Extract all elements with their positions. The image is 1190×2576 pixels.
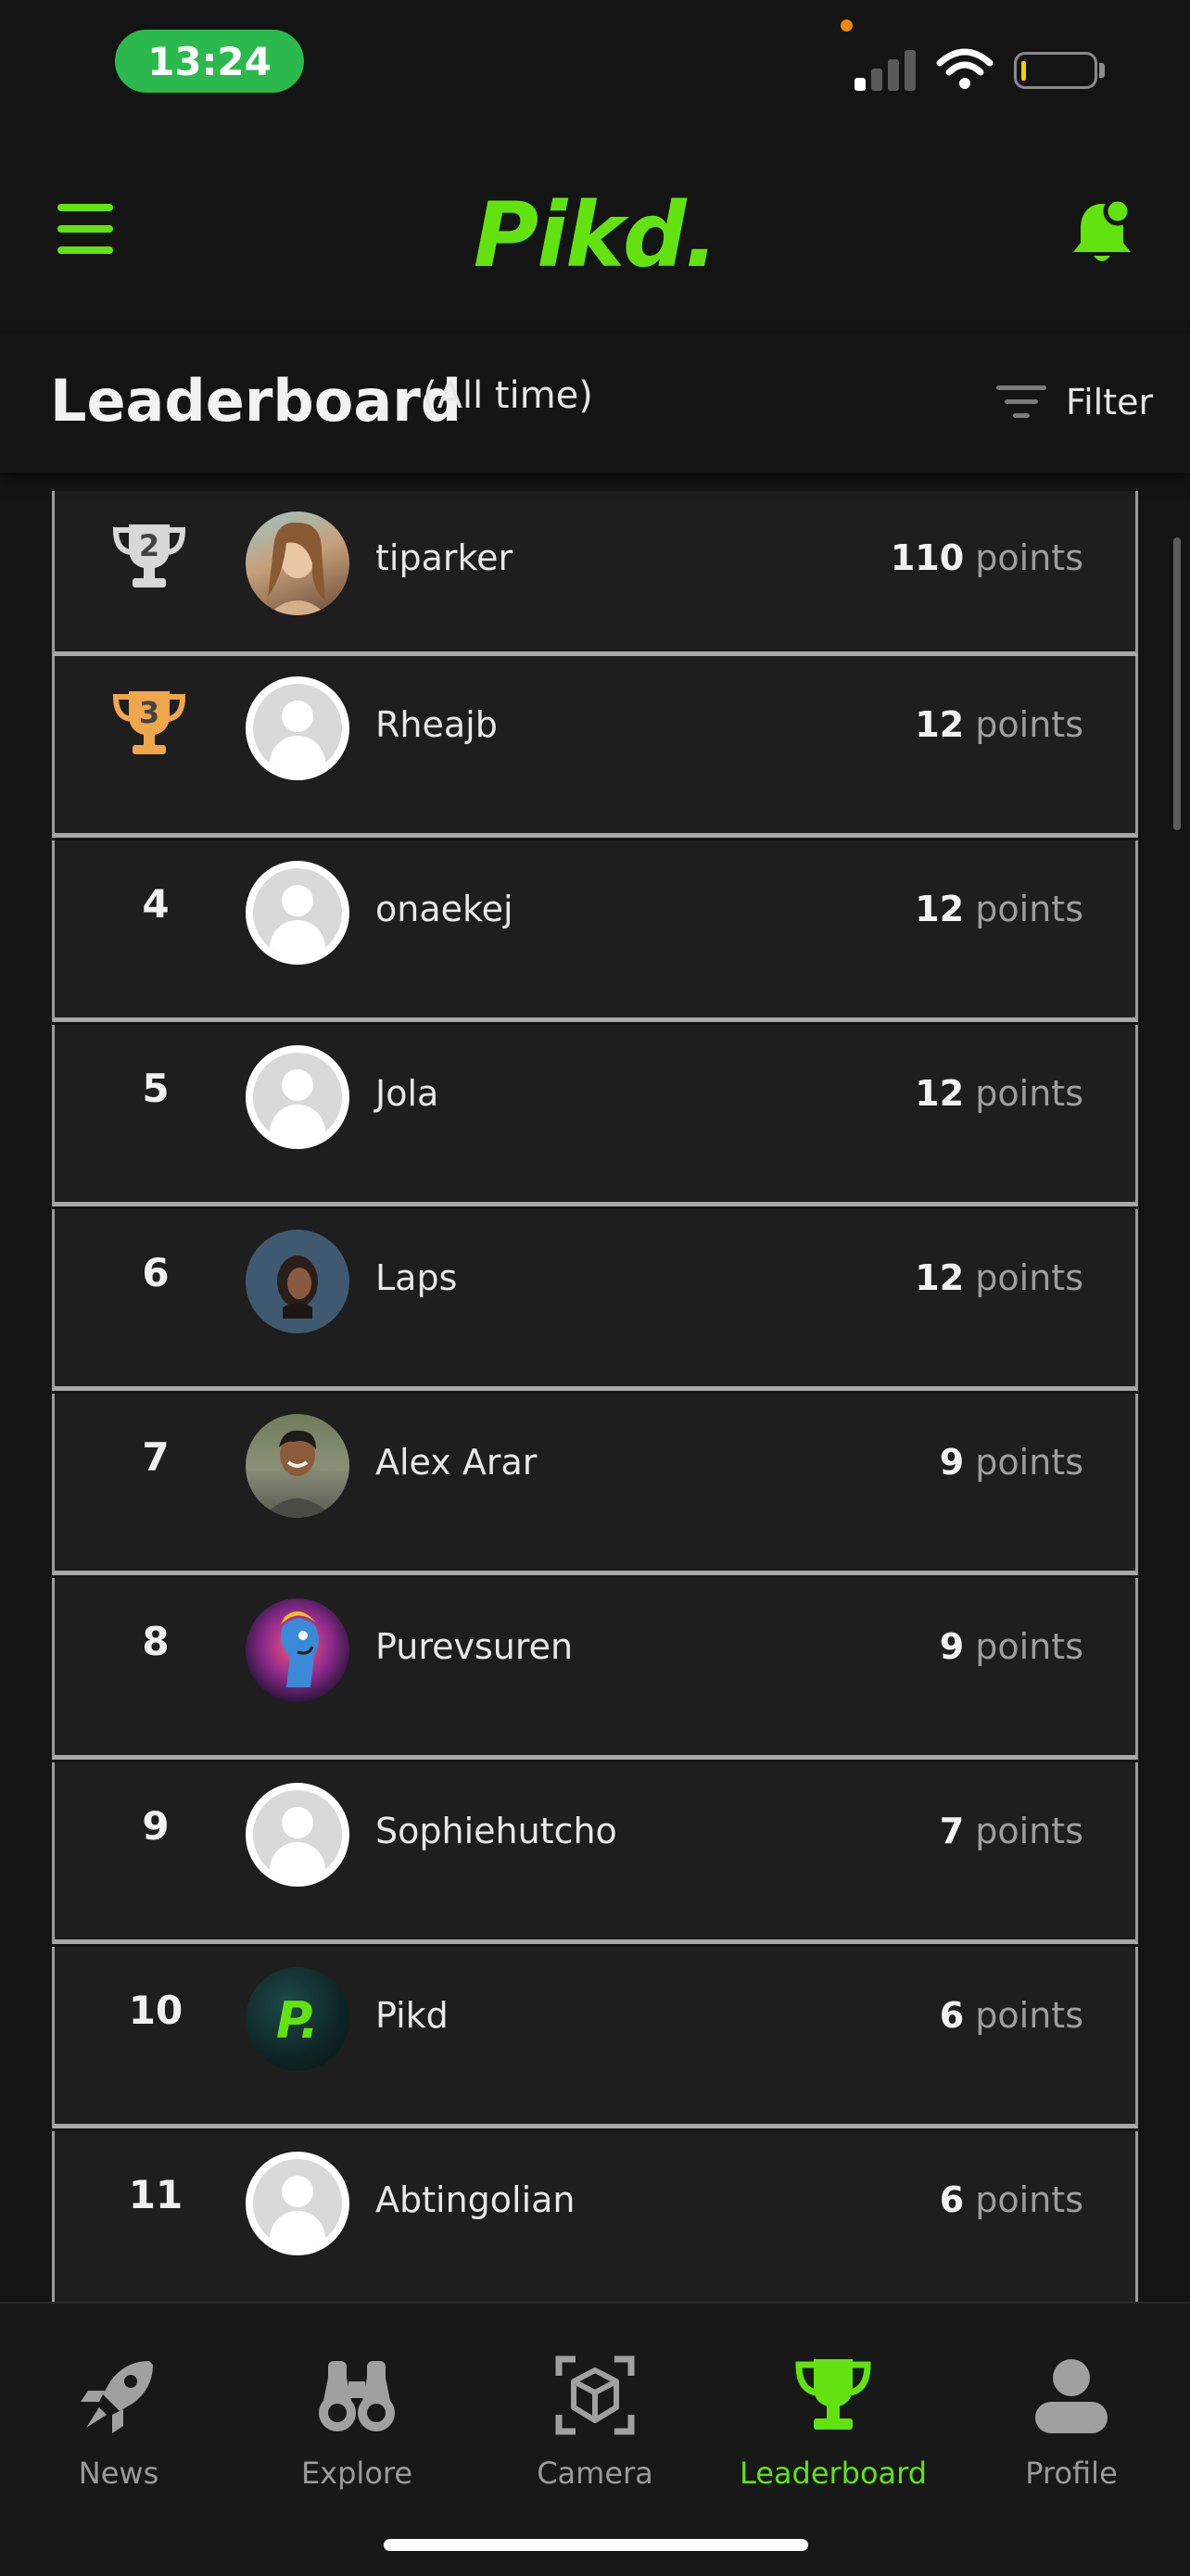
app-header: Pikd. bbox=[0, 111, 1190, 334]
leaderboard-row[interactable]: 7 Alex Arar 9 points bbox=[52, 1394, 1138, 1575]
tab-profile[interactable]: Profile bbox=[953, 2354, 1190, 2493]
username[interactable]: Rheajb bbox=[375, 704, 498, 745]
rank-number: 9 bbox=[142, 1803, 170, 1849]
username[interactable]: tiparker bbox=[375, 537, 513, 578]
tab-label: Camera bbox=[537, 2456, 653, 2491]
notification-bell-icon[interactable] bbox=[1070, 196, 1134, 267]
status-time: 13:24 bbox=[115, 30, 304, 93]
leaderboard-list[interactable]: 2 tiparker 110 points 3 Rheajb 12 points… bbox=[52, 491, 1138, 2302]
default-avatar-icon[interactable] bbox=[246, 1783, 349, 1887]
avatar[interactable] bbox=[246, 1230, 349, 1333]
leaderboard-row[interactable]: 8 Purevsuren 9 points bbox=[52, 1578, 1138, 1760]
leaderboard-row[interactable]: 6 Laps 12 points bbox=[52, 1209, 1138, 1391]
points-value: 110 points bbox=[890, 537, 1083, 578]
binoculars-icon bbox=[319, 2361, 395, 2431]
default-avatar-icon[interactable] bbox=[246, 676, 349, 780]
scrollbar[interactable] bbox=[1173, 537, 1181, 830]
wifi-icon bbox=[936, 48, 994, 89]
leaderboard-row[interactable]: 5 Jola 12 points bbox=[52, 1025, 1138, 1206]
privacy-indicator-dot bbox=[841, 19, 853, 32]
tab-news[interactable]: News bbox=[0, 2354, 237, 2493]
points-value: 12 points bbox=[915, 704, 1083, 745]
points-value: 12 points bbox=[915, 889, 1083, 929]
filter-label: Filter bbox=[1066, 382, 1154, 423]
silver-trophy-icon: 2 bbox=[112, 521, 186, 591]
avatar-logo-text: P. bbox=[275, 1991, 320, 2050]
battery-icon bbox=[1014, 52, 1097, 89]
rank-number: 7 bbox=[142, 1434, 170, 1480]
rank-number: 5 bbox=[142, 1066, 170, 1111]
rank-number: 10 bbox=[128, 1988, 184, 2033]
default-avatar-icon[interactable] bbox=[246, 2152, 349, 2255]
time-range-label: (All time) bbox=[423, 374, 593, 417]
leaderboard-row[interactable]: 11 Abtingolian 6 points bbox=[52, 2131, 1138, 2302]
username[interactable]: Jola bbox=[375, 1073, 438, 1114]
default-avatar-icon[interactable] bbox=[246, 861, 349, 965]
status-bar: 13:24 bbox=[0, 0, 1190, 111]
rank-number: 4 bbox=[142, 881, 170, 927]
default-avatar-icon[interactable] bbox=[246, 1045, 349, 1149]
ar-cube-icon bbox=[555, 2355, 635, 2435]
rank-number: 11 bbox=[128, 2172, 184, 2217]
app-logo: Pikd. bbox=[473, 183, 718, 287]
username[interactable]: Abtingolian bbox=[375, 2179, 576, 2220]
filter-icon bbox=[995, 384, 1047, 421]
rank-number: 2 bbox=[138, 528, 160, 563]
points-value: 12 points bbox=[915, 1073, 1083, 1114]
tab-label: Explore bbox=[300, 2456, 413, 2491]
filter-button[interactable]: Filter bbox=[995, 374, 1153, 430]
battery-cap bbox=[1099, 63, 1105, 78]
points-value: 9 points bbox=[939, 1626, 1083, 1667]
rank-number: 6 bbox=[142, 1250, 170, 1295]
username[interactable]: onaekej bbox=[375, 889, 513, 929]
username[interactable]: Purevsuren bbox=[375, 1626, 573, 1667]
points-value: 9 points bbox=[939, 1442, 1083, 1483]
tab-label: Profile bbox=[1025, 2456, 1118, 2491]
leaderboard-row[interactable]: 4 onaekej 12 points bbox=[52, 840, 1138, 1022]
page-title: Leaderboard bbox=[50, 367, 462, 435]
tab-label: Leaderboard bbox=[739, 2456, 928, 2491]
tab-label: News bbox=[78, 2456, 159, 2491]
rank-number: 3 bbox=[138, 695, 160, 730]
rocket-icon bbox=[81, 2361, 153, 2433]
leaderboard-row[interactable]: 2 tiparker 110 points bbox=[52, 491, 1138, 656]
username[interactable]: Laps bbox=[375, 1257, 457, 1298]
leaderboard-row[interactable]: 10 P. Pikd 6 points bbox=[52, 1947, 1138, 2128]
avatar[interactable] bbox=[246, 511, 349, 615]
person-icon bbox=[1035, 2359, 1108, 2433]
tab-explore[interactable]: Explore bbox=[238, 2354, 475, 2493]
rank-number: 8 bbox=[142, 1619, 170, 1664]
avatar[interactable] bbox=[246, 1598, 349, 1702]
username[interactable]: Sophiehutcho bbox=[375, 1811, 617, 1851]
home-indicator[interactable] bbox=[384, 2539, 808, 2551]
leaderboard-row[interactable]: 3 Rheajb 12 points bbox=[52, 656, 1138, 838]
tab-leaderboard[interactable]: Leaderboard bbox=[715, 2354, 952, 2493]
points-value: 6 points bbox=[939, 2179, 1083, 2220]
pikd-logo-avatar[interactable]: P. bbox=[246, 1967, 349, 2071]
trophy-icon bbox=[795, 2359, 871, 2430]
cellular-signal-icon bbox=[855, 48, 919, 91]
points-value: 7 points bbox=[939, 1811, 1083, 1851]
points-value: 12 points bbox=[915, 1257, 1083, 1298]
leaderboard-header: Leaderboard (All time) Filter bbox=[0, 334, 1190, 473]
points-value: 6 points bbox=[939, 1995, 1083, 2036]
leaderboard-row[interactable]: 9 Sophiehutcho 7 points bbox=[52, 1762, 1138, 1944]
username[interactable]: Alex Arar bbox=[375, 1442, 537, 1483]
bronze-trophy-icon: 3 bbox=[112, 688, 186, 758]
bottom-tab-bar: News Explore Camera Leaderboard Profile bbox=[0, 2302, 1190, 2576]
avatar[interactable] bbox=[246, 1414, 349, 1518]
username[interactable]: Pikd bbox=[375, 1995, 449, 2036]
tab-camera[interactable]: Camera bbox=[476, 2354, 714, 2493]
